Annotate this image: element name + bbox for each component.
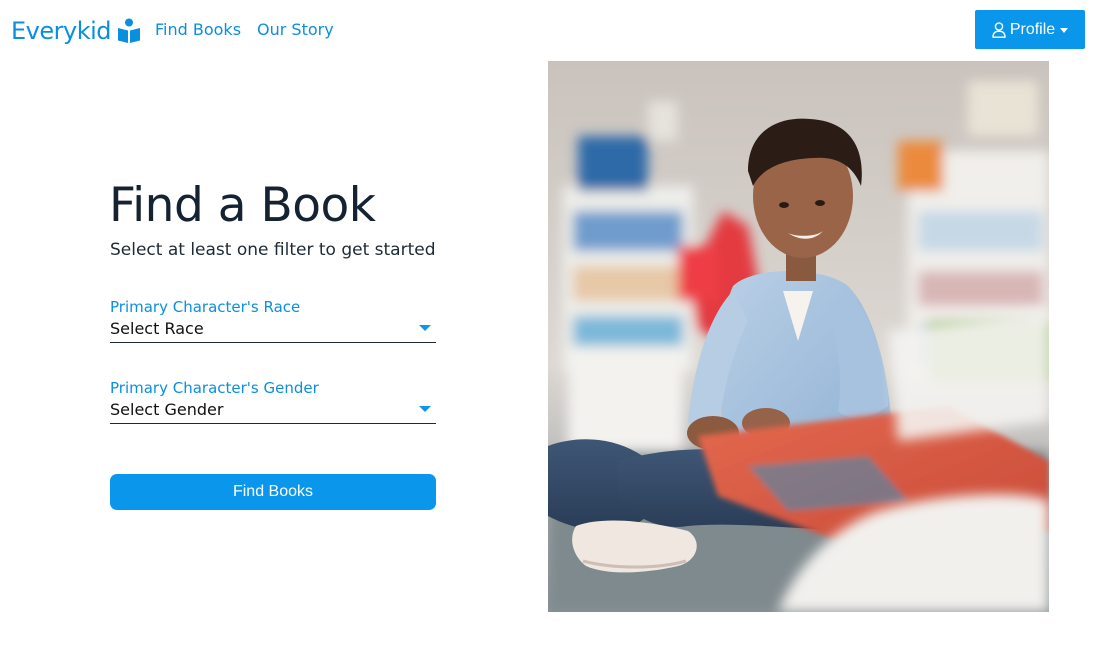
gender-filter-label: Primary Character's Gender [110, 379, 319, 397]
caret-down-icon [1060, 27, 1069, 33]
page-subtitle: Select at least one filter to get starte… [110, 240, 436, 260]
brand-name: Everykid [11, 17, 112, 45]
boy-reading-photo [548, 61, 1049, 612]
page-title: Find a Book [109, 178, 376, 233]
race-filter-field: Primary Character's Race Select Race [110, 297, 436, 343]
nav-link-our-story[interactable]: Our Story [257, 19, 334, 41]
profile-label: Profile [1009, 20, 1056, 38]
race-select[interactable]: Select Race [110, 317, 436, 343]
book-reader-icon [117, 18, 141, 44]
find-books-button[interactable]: Find Books [110, 474, 436, 510]
race-filter-label: Primary Character's Race [110, 298, 301, 316]
profile-dropdown-button[interactable]: Profile [975, 10, 1085, 49]
top-navbar: Everykid Find Books Our Story Profile [0, 0, 1094, 60]
nav-links: Find Books Our Story [155, 19, 334, 41]
gender-select-value: Select Gender [110, 400, 224, 419]
dropdown-arrow-icon [419, 325, 431, 331]
user-icon [992, 21, 1006, 38]
gender-filter-field: Primary Character's Gender Select Gender [110, 378, 436, 424]
dropdown-arrow-icon [419, 406, 431, 412]
race-select-value: Select Race [110, 319, 204, 338]
brand-logo-link[interactable]: Everykid [11, 15, 141, 47]
nav-link-find-books[interactable]: Find Books [155, 19, 241, 41]
gender-select[interactable]: Select Gender [110, 398, 436, 424]
